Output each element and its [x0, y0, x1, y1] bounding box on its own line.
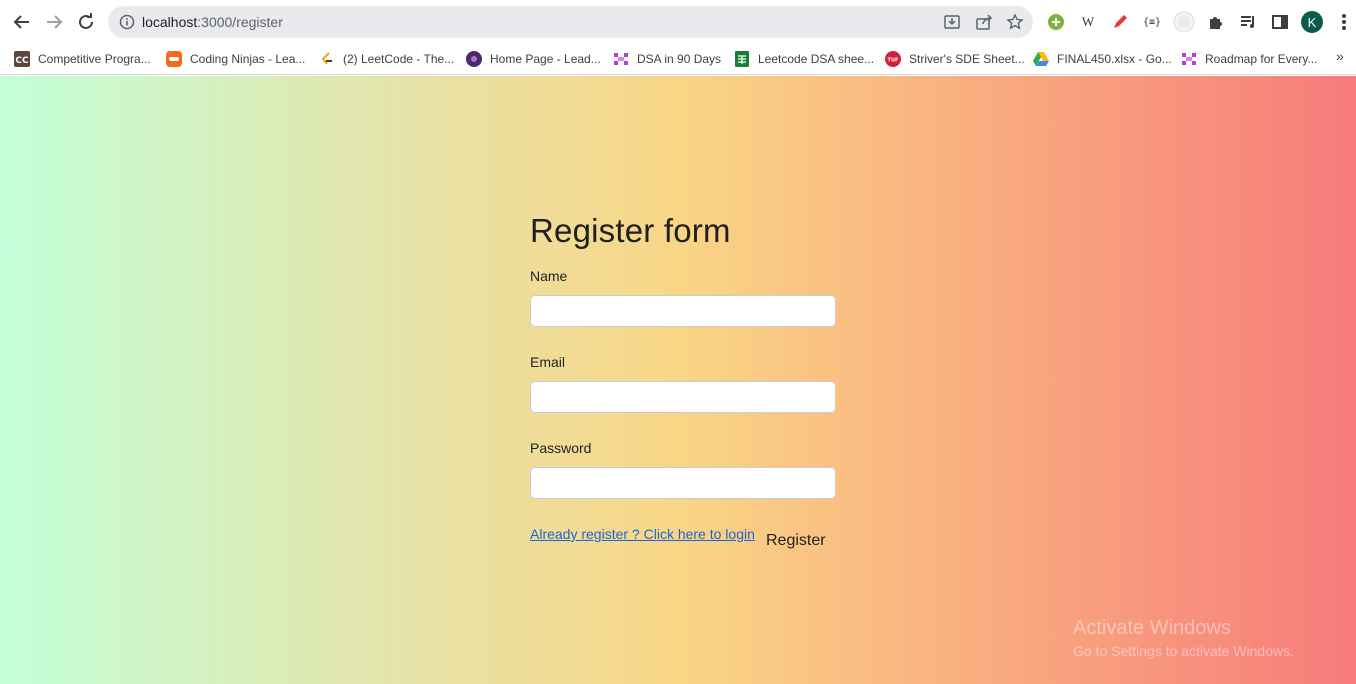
tuf-icon: TUF [885, 51, 901, 67]
side-panel-icon[interactable] [1269, 11, 1291, 33]
page-title: Register form [530, 212, 731, 249]
bookmark-star-icon[interactable] [1006, 13, 1024, 31]
extension-plus-icon[interactable] [1045, 11, 1067, 33]
reload-icon[interactable] [74, 10, 98, 34]
bookmark-home-page[interactable]: Home Page - Lead... [466, 49, 601, 69]
activate-windows-subtitle: Go to Settings to activate Windows. [1073, 643, 1294, 659]
activate-windows-title: Activate Windows [1073, 617, 1231, 639]
bookmark-striver-sde[interactable]: TUF Striver's SDE Sheet... [885, 49, 1025, 69]
url-host: localhost [142, 14, 198, 30]
bookmark-dsa-90-days[interactable]: DSA in 90 Days [613, 49, 721, 69]
bookmark-label: FINAL450.xlsx - Go... [1057, 52, 1172, 66]
bookmark-coding-ninjas[interactable]: Coding Ninjas - Lea... [166, 49, 305, 69]
url-text[interactable]: localhost:3000/register [142, 13, 283, 31]
login-link[interactable]: Already register ? Click here to login [530, 526, 755, 542]
home-page-icon [466, 51, 482, 67]
bookmark-final450[interactable]: FINAL450.xlsx - Go... [1033, 49, 1172, 69]
name-input[interactable] [530, 295, 836, 327]
install-app-icon[interactable] [943, 13, 961, 31]
bookmark-label: Roadmap for Every... [1205, 52, 1318, 66]
site-info-icon[interactable] [119, 14, 135, 30]
bookmark-roadmap[interactable]: Roadmap for Every... [1181, 49, 1318, 69]
wikipedia-extension-icon[interactable]: W [1077, 11, 1099, 33]
url-path: :3000/register [197, 14, 283, 30]
bookmark-label: DSA in 90 Days [637, 52, 722, 66]
forward-arrow-icon[interactable] [42, 10, 66, 34]
bookmark-label: Home Page - Lead... [490, 52, 601, 66]
password-label: Password [530, 440, 592, 456]
reading-list-icon[interactable] [1237, 11, 1259, 33]
google-drive-icon [1033, 52, 1049, 66]
more-bookmarks-chevron-icon[interactable]: » [1336, 48, 1344, 64]
name-label: Name [530, 268, 568, 284]
register-button[interactable]: Register [766, 532, 826, 550]
email-label: Email [530, 354, 566, 370]
bookmark-competitive-programming[interactable]: CC Competitive Progra... [14, 49, 151, 69]
browser-toolbar: localhost:3000/register W {≡} K [0, 0, 1356, 43]
coding-ninjas-icon [166, 51, 182, 67]
pen-extension-icon[interactable] [1109, 11, 1131, 33]
bookmark-leetcode[interactable]: (2) LeetCode - The... [319, 49, 454, 69]
share-icon[interactable] [975, 13, 993, 31]
address-bar[interactable]: localhost:3000/register [108, 6, 1033, 38]
json-extension-icon[interactable]: {≡} [1141, 11, 1163, 33]
bookmark-label: Competitive Progra... [38, 52, 151, 66]
svg-text:TUF: TUF [888, 58, 899, 64]
bookmark-leetcode-dsa-sheet[interactable]: Leetcode DSA shee... [734, 49, 874, 69]
profile-avatar[interactable]: K [1301, 11, 1323, 33]
svg-text:CC: CC [15, 56, 29, 66]
codechef-icon: CC [14, 51, 30, 67]
bookmark-label: Coding Ninjas - Lea... [190, 52, 306, 66]
register-page: Register form Name Email Password Alread… [0, 76, 1356, 684]
email-input[interactable] [530, 381, 836, 413]
bookmark-label: (2) LeetCode - The... [343, 52, 455, 66]
bookmark-label: Leetcode DSA shee... [758, 52, 875, 66]
sheets-icon [735, 51, 749, 67]
password-input[interactable] [530, 467, 836, 499]
dsa-icon [614, 53, 628, 65]
roadmap-icon [1182, 53, 1196, 65]
bookmark-label: Striver's SDE Sheet... [909, 52, 1025, 66]
back-arrow-icon[interactable] [10, 10, 34, 34]
menu-kebab-icon[interactable] [1333, 11, 1355, 33]
extensions-puzzle-icon[interactable] [1205, 11, 1227, 33]
leetcode-icon [321, 52, 332, 65]
bookmarks-bar: CC Competitive Progra... Coding Ninjas -… [0, 43, 1356, 75]
extension-circle-icon[interactable] [1173, 11, 1195, 33]
